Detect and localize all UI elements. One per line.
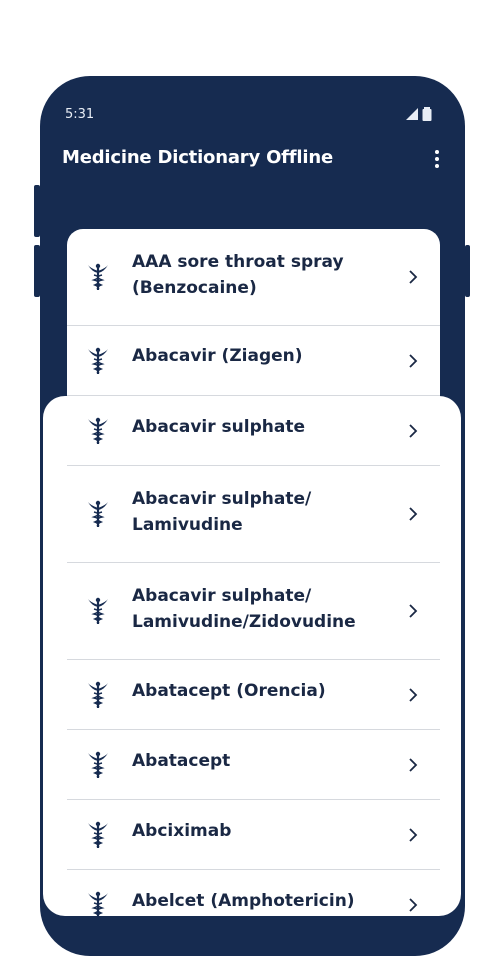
chevron-right-icon (409, 898, 418, 912)
battery-icon (422, 107, 432, 121)
phone-side-button (34, 245, 40, 297)
list-item[interactable]: Abatacept (Orencia) (67, 660, 440, 730)
list-item[interactable]: Abacavir (Ziagen) (67, 326, 440, 396)
list-item[interactable]: AAA sore throat spray (Benzocaine) (67, 229, 440, 326)
caduceus-icon (88, 891, 108, 918)
chevron-right-icon (409, 688, 418, 702)
more-options-button[interactable] (428, 147, 446, 171)
chevron-right-icon (409, 604, 418, 618)
chevron-right-icon (409, 758, 418, 772)
list-item-label: Abacavir sulphate/ Lamivudine (132, 489, 312, 535)
phone-side-button (465, 245, 470, 297)
chevron-right-icon (409, 354, 418, 368)
list-item[interactable]: Abatacept (67, 730, 440, 800)
caduceus-icon (88, 417, 108, 444)
caduceus-icon (88, 500, 108, 527)
chevron-right-icon (409, 424, 418, 438)
list-item[interactable]: Abacavir sulphate (67, 396, 440, 466)
list-item[interactable]: Abacavir sulphate/ Lamivudine (67, 466, 440, 563)
list-item-label: AAA sore throat spray (Benzocaine) (132, 252, 344, 298)
caduceus-icon (88, 751, 108, 778)
list-item[interactable]: Abelcet (Amphotericin) (67, 870, 440, 940)
status-time: 5:31 (65, 107, 95, 122)
more-vert-icon (435, 150, 439, 154)
caduceus-icon (88, 347, 108, 374)
chevron-right-icon (409, 828, 418, 842)
caduceus-icon (88, 597, 108, 624)
phone-side-button (34, 185, 40, 237)
list-item-label: Abatacept (Orencia) (132, 681, 326, 701)
caduceus-icon (88, 821, 108, 848)
status-icons (404, 106, 434, 122)
app-title: Medicine Dictionary Offline (62, 147, 333, 168)
list-item-label: Abatacept (132, 751, 231, 771)
chevron-right-icon (409, 270, 418, 284)
caduceus-icon (88, 681, 108, 708)
list-item-label: Abacavir sulphate/ Lamivudine/Zidovudine (132, 586, 356, 632)
list-item-label: Abacavir sulphate (132, 417, 306, 437)
caduceus-icon (88, 263, 108, 290)
list-item-label: Abacavir (Ziagen) (132, 346, 303, 366)
list-item-label: Abciximab (132, 821, 232, 841)
medicine-list: AAA sore throat spray (Benzocaine) Abaca… (67, 229, 440, 940)
list-item[interactable]: Abciximab (67, 800, 440, 870)
list-item[interactable]: Abacavir sulphate/ Lamivudine/Zidovudine (67, 563, 440, 660)
list-item-label: Abelcet (Amphotericin) (132, 891, 355, 911)
chevron-right-icon (409, 507, 418, 521)
